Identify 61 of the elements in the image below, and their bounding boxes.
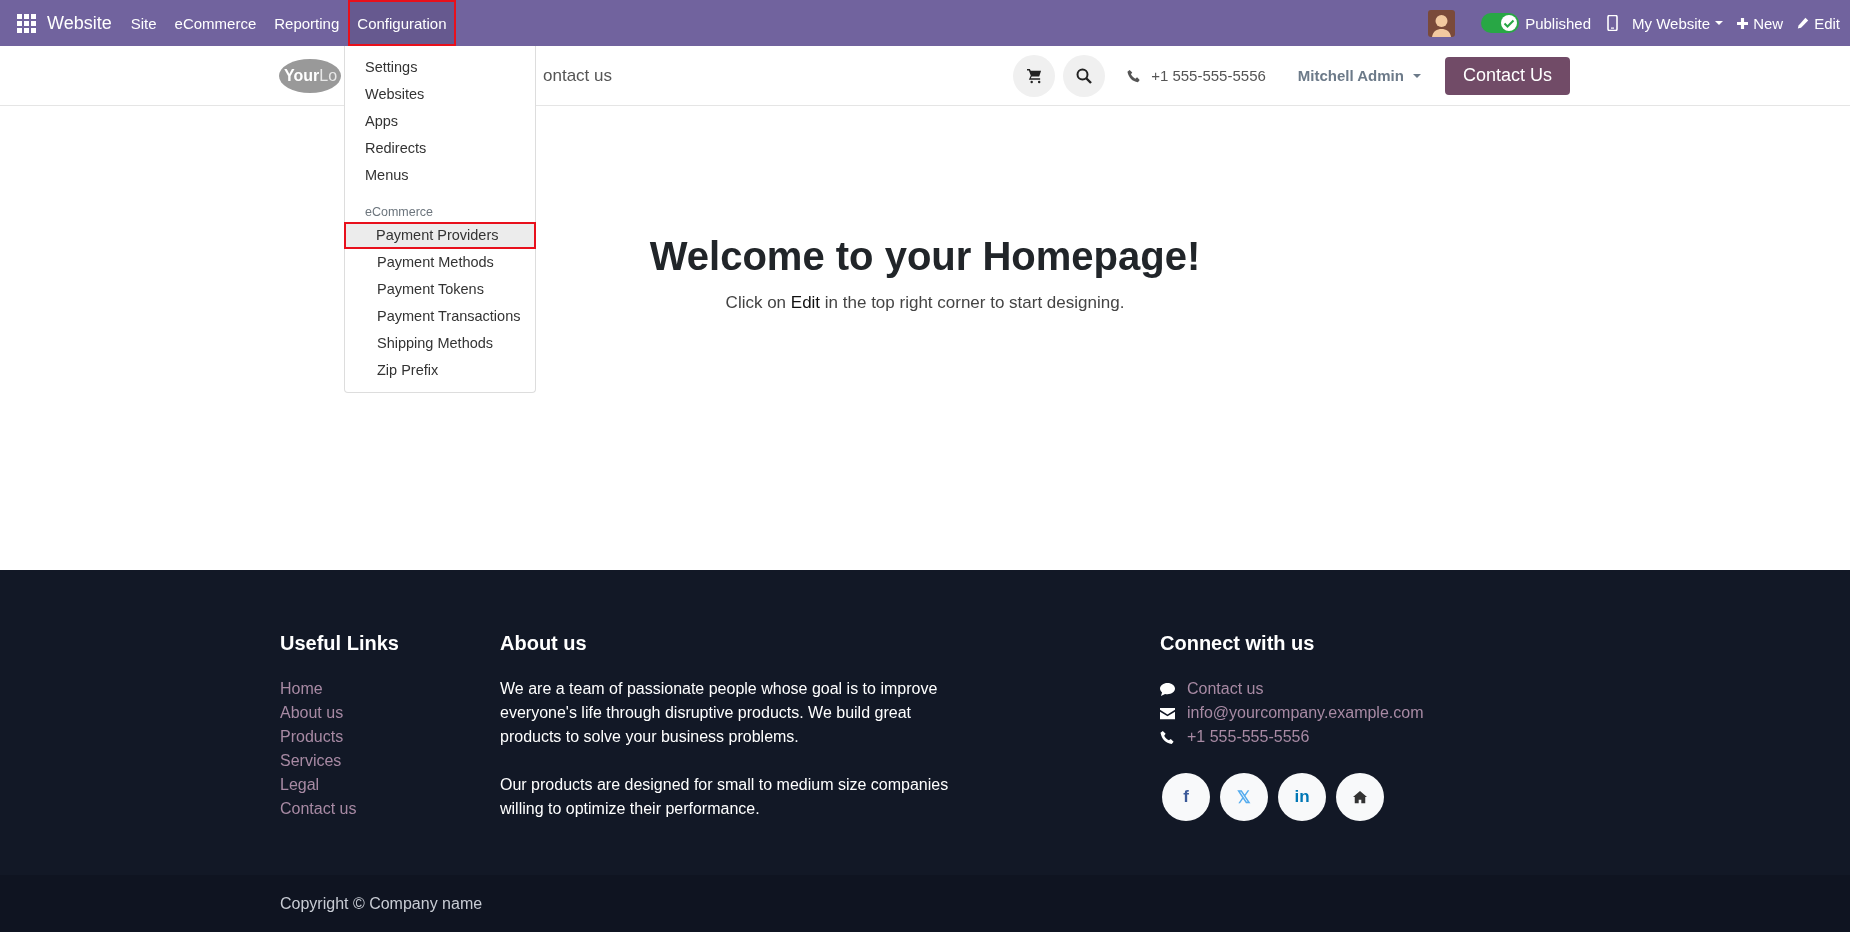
dropdown-item[interactable]: Payment Providers	[344, 222, 536, 249]
menu-item[interactable]: Site	[121, 0, 166, 46]
published-label: Published	[1525, 14, 1592, 32]
menu-section-header: eCommerce	[364, 204, 435, 221]
published-toggle[interactable]	[1481, 13, 1520, 33]
dropdown-item[interactable]: Menus	[345, 162, 535, 189]
contact-link[interactable]: Contact us	[1187, 677, 1264, 701]
menu-item[interactable]: eCommerce	[165, 0, 266, 46]
cart-icon	[1026, 67, 1042, 84]
hero-subtitle: Click on Edit in the top right corner to start designing.	[725, 293, 1125, 313]
dropdown-item[interactable]: Payment Tokens	[345, 276, 535, 303]
caret-icon	[1412, 73, 1421, 78]
app-title[interactable]: Website	[47, 12, 112, 34]
linkedin-button[interactable]: in	[1278, 773, 1326, 821]
footer-link[interactable]: About us	[280, 701, 500, 725]
check-icon	[1503, 17, 1516, 29]
facebook-button[interactable]: f	[1162, 773, 1210, 821]
chat-bubble-icon	[1160, 681, 1175, 697]
about-paragraph: We are a team of passionate people whose goal is to improve everyone's life through disruptive products. We build great products to solve your business problems.	[500, 679, 939, 747]
apps-menu-icon	[17, 13, 36, 33]
avatar-icon	[1428, 9, 1456, 37]
hero-title: Welcome to your Homepage!	[649, 234, 1201, 279]
footer-link[interactable]: Home	[280, 677, 500, 701]
dropdown-item[interactable]: Apps	[345, 108, 535, 135]
contact-link[interactable]: +1 555-555-5556	[1187, 725, 1310, 749]
contact-link[interactable]: info@yourcompany.example.com	[1187, 701, 1424, 725]
website-selector[interactable]: My Website	[1632, 14, 1724, 32]
mobile-preview-icon	[1607, 15, 1619, 31]
phone-icon	[1127, 68, 1142, 83]
edit-button[interactable]: Edit	[1797, 14, 1840, 32]
phone-icon	[1160, 729, 1175, 745]
dropdown-item[interactable]: Settings	[345, 54, 535, 81]
nav-link[interactable]: ontact us	[543, 65, 612, 86]
column-heading: Connect with us	[1160, 632, 1316, 655]
column-heading: Useful Links	[280, 632, 400, 655]
user-menu[interactable]: Mitchell Admin	[1297, 67, 1421, 84]
dropdown-item[interactable]: Payment Transactions	[345, 303, 535, 330]
home-icon	[1353, 790, 1367, 804]
phone-number: +1 555-555-5556	[1151, 67, 1266, 84]
about-paragraph: Our products are designed for small to medium size companies willing to optimize their performance.	[500, 775, 950, 819]
new-button[interactable]: New	[1737, 14, 1784, 32]
copyright-text: Copyright © Company name	[0, 875, 1850, 932]
envelope-icon	[1160, 705, 1175, 721]
column-heading: About us	[500, 632, 588, 655]
footer-link[interactable]: Products	[280, 725, 500, 749]
dropdown-item[interactable]: Redirects	[345, 135, 535, 162]
menu-item[interactable]: Configuration	[348, 0, 456, 46]
menu-item[interactable]: Reporting	[265, 0, 349, 46]
footer-link[interactable]: Services	[280, 749, 500, 773]
footer-link[interactable]: Legal	[280, 773, 500, 797]
plus-icon	[1737, 17, 1749, 29]
dropdown-item[interactable]: Payment Methods	[345, 249, 535, 276]
dropdown-item[interactable]: Shipping Methods	[345, 330, 535, 357]
contact-us-button[interactable]: Contact Us	[1444, 56, 1570, 95]
home-button[interactable]	[1336, 773, 1384, 821]
dropdown-item[interactable]: Zip Prefix	[345, 357, 535, 384]
dropdown-item[interactable]: Websites	[345, 81, 535, 108]
caret-icon	[1715, 21, 1724, 25]
footer-link[interactable]: Contact us	[280, 797, 500, 821]
pencil-icon	[1797, 17, 1810, 29]
search-icon	[1076, 67, 1093, 84]
